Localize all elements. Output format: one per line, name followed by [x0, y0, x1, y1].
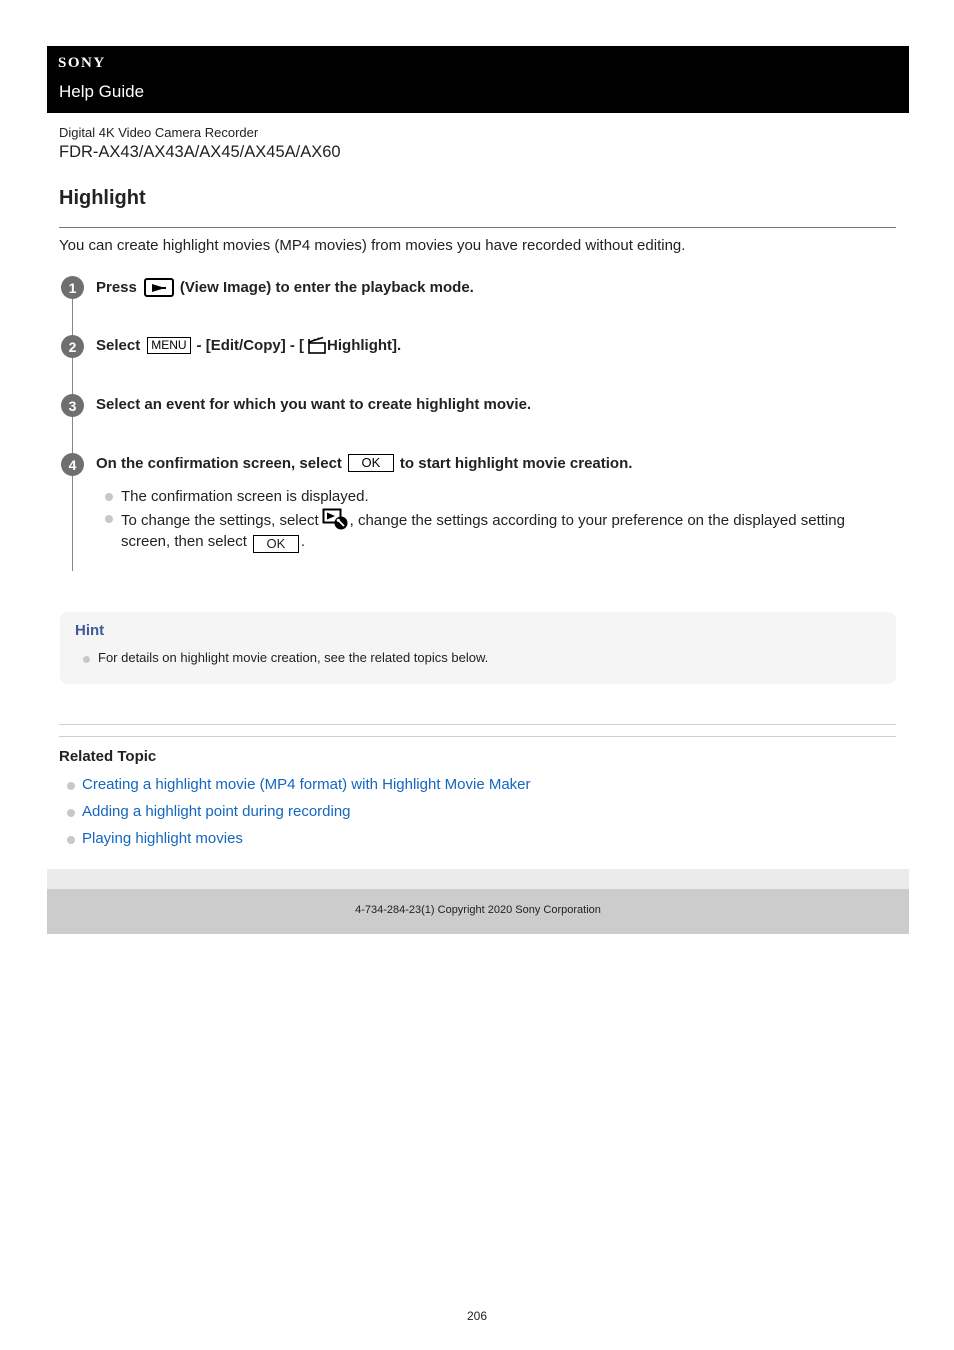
bullet-icon [105, 493, 113, 501]
step-4-post: to start highlight movie creation. [399, 454, 633, 472]
section-divider [59, 736, 896, 737]
step-2-post: Highlight]. [327, 336, 402, 354]
title-divider [59, 227, 896, 228]
hint-text: For details on highlight movie creation,… [98, 650, 489, 665]
bullet-icon [67, 836, 75, 844]
page-header: SONY Help Guide [47, 46, 909, 113]
page-title: Highlight [59, 187, 146, 209]
step-2: Select MENU - [Edit/Copy] - [ Highlight]… [96, 334, 401, 356]
step-2-pre: Select [96, 336, 141, 354]
step-4-notes: The confirmation screen is displayed. To… [105, 486, 895, 553]
step-number-2: 2 [61, 335, 84, 358]
step-1: Press (View Image) to enter the playback… [96, 276, 474, 298]
hint-item: For details on highlight movie creation,… [83, 650, 488, 665]
hint-title: Hint [75, 622, 105, 639]
related-topic-title: Related Topic [59, 748, 157, 765]
step-2-mid: - [Edit/Copy] - [ [196, 336, 305, 354]
related-link-create-highlight-movie[interactable]: Creating a highlight movie (MP4 format) … [82, 776, 531, 793]
menu-button-icon: MENU [147, 336, 191, 354]
step-1-post: (View Image) to enter the playback mode. [179, 278, 474, 296]
help-guide-title: Help Guide [59, 82, 145, 101]
bullet-icon [105, 514, 113, 523]
step-number-4: 4 [61, 453, 84, 476]
related-link-play-highlight-movies[interactable]: Playing highlight movies [82, 830, 243, 847]
page-footer: 4-734-284-23(1) Copyright 2020 Sony Corp… [47, 889, 909, 934]
related-topic-item: Creating a highlight movie (MP4 format) … [67, 775, 531, 802]
bullet-icon [67, 782, 75, 790]
view-image-icon [143, 277, 174, 297]
related-link-add-highlight-point[interactable]: Adding a highlight point during recordin… [82, 803, 351, 820]
note-post: . [300, 533, 306, 550]
sony-logo: SONY [58, 55, 106, 71]
note-pre: To change the settings, select [121, 511, 319, 529]
playback-settings-icon [322, 508, 348, 529]
footer-spacer [47, 869, 909, 889]
step-4: On the confirmation screen, select OK to… [96, 452, 632, 474]
step-1-pre: Press [96, 278, 137, 296]
ok-button-icon: OK [252, 535, 299, 553]
step-4-pre: On the confirmation screen, select [96, 454, 342, 472]
bullet-icon [67, 809, 75, 817]
ok-button-icon: OK [347, 454, 394, 472]
copyright-text: 4-734-284-23(1) Copyright 2020 Sony Corp… [355, 904, 601, 916]
intro-text: You can create highlight movies (MP4 mov… [59, 237, 686, 254]
section-divider [59, 724, 896, 725]
related-topic-list: Creating a highlight movie (MP4 format) … [67, 775, 531, 856]
step-number-3: 3 [61, 394, 84, 417]
bullet-icon [83, 656, 90, 663]
product-models: FDR-AX43/AX43A/AX45/AX45A/AX60 [59, 143, 341, 161]
page-number: 206 [466, 1309, 488, 1323]
step-number-1: 1 [61, 276, 84, 299]
step-3: Select an event for which you want to cr… [96, 395, 532, 413]
note-item: The confirmation screen is displayed. [105, 486, 895, 508]
hint-box: Hint For details on highlight movie crea… [60, 612, 896, 684]
highlight-clapper-icon [308, 336, 326, 354]
note-text: The confirmation screen is displayed. [121, 488, 369, 505]
related-topic-item: Playing highlight movies [67, 829, 531, 856]
product-type: Digital 4K Video Camera Recorder [59, 125, 259, 140]
related-topic-item: Adding a highlight point during recordin… [67, 802, 531, 829]
steps-timeline [72, 285, 73, 571]
note-item: To change the settings, select , change … [105, 508, 895, 553]
